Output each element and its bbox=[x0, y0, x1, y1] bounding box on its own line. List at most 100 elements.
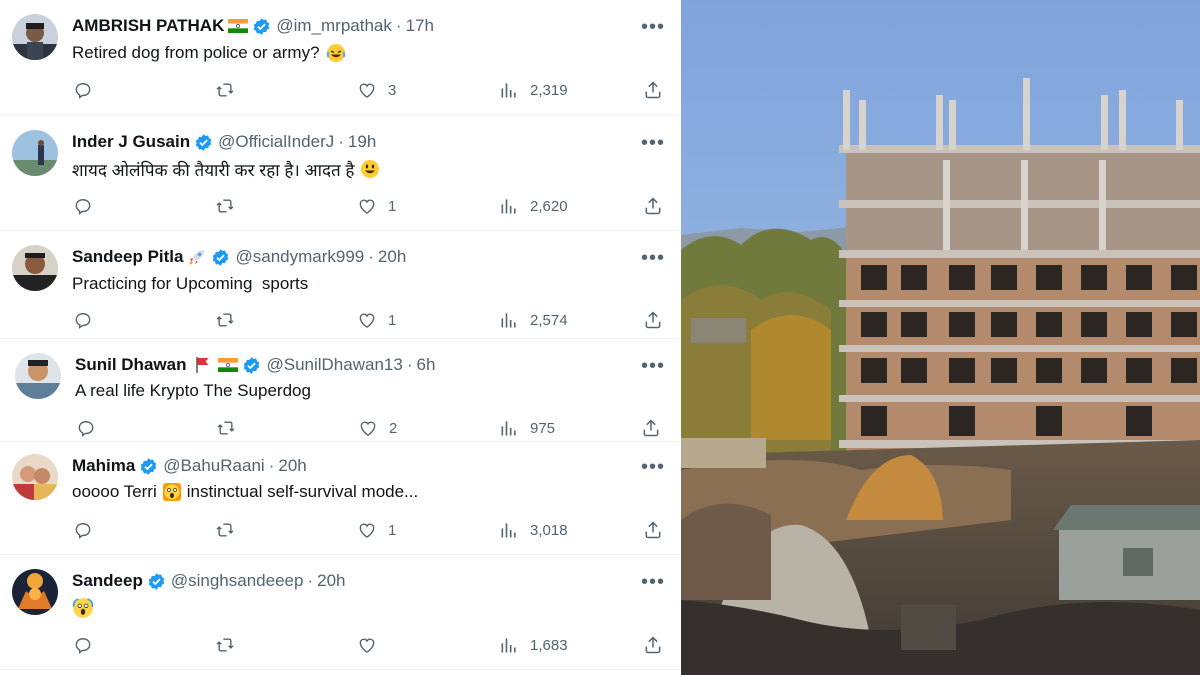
repost-button[interactable] bbox=[215, 78, 246, 102]
like-count: 1 bbox=[388, 197, 397, 215]
verified-badge-icon bbox=[139, 457, 158, 476]
avatar[interactable] bbox=[12, 14, 58, 60]
repost-button[interactable] bbox=[215, 194, 246, 218]
grinning-face-emoji-icon bbox=[360, 159, 380, 179]
tweet-text bbox=[72, 596, 94, 620]
views-chart-icon bbox=[501, 638, 516, 653]
repost-button[interactable] bbox=[216, 416, 247, 440]
tweet[interactable]: Mahima @BahuRaani · 20h ••• ooooo Terri … bbox=[0, 442, 680, 555]
views-button[interactable]: 2,574 bbox=[499, 308, 568, 332]
views-button[interactable]: 1,683 bbox=[499, 633, 568, 657]
tweet[interactable]: AMBRISH PATHAK @im_mrpathak · 17h ••• Re… bbox=[0, 0, 680, 116]
heart-icon bbox=[359, 199, 375, 214]
reply-icon bbox=[75, 199, 91, 215]
reply-button[interactable] bbox=[76, 416, 107, 440]
like-button[interactable]: 3 bbox=[357, 78, 396, 102]
reply-button[interactable] bbox=[73, 78, 104, 102]
separator: · bbox=[338, 132, 344, 151]
repost-button[interactable] bbox=[215, 633, 246, 657]
more-horizontal-icon[interactable]: ••• bbox=[641, 131, 665, 155]
more-horizontal-icon[interactable]: ••• bbox=[641, 570, 665, 594]
timestamp[interactable]: 17h bbox=[406, 16, 434, 36]
reply-icon bbox=[75, 523, 91, 539]
repost-icon bbox=[216, 83, 234, 97]
display-name[interactable]: AMBRISH PATHAK bbox=[72, 16, 224, 36]
avatar[interactable] bbox=[12, 245, 58, 291]
tweet[interactable]: Sandeep Pitla @sandymark999 · 20h ••• Pr… bbox=[0, 231, 680, 339]
avatar[interactable] bbox=[15, 353, 61, 399]
display-name[interactable]: Sandeep Pitla bbox=[72, 247, 183, 267]
handle[interactable]: @OfficialInderJ bbox=[218, 132, 334, 152]
more-horizontal-icon[interactable]: ••• bbox=[641, 354, 665, 378]
handle[interactable]: @im_mrpathak bbox=[276, 16, 392, 36]
like-button[interactable]: 1 bbox=[357, 308, 396, 332]
views-chart-icon bbox=[501, 523, 516, 538]
share-button[interactable] bbox=[643, 518, 663, 542]
repost-button[interactable] bbox=[215, 308, 246, 332]
tweet-header: Mahima @BahuRaani · 20h bbox=[72, 454, 307, 478]
timestamp[interactable]: 19h bbox=[348, 132, 376, 152]
heart-icon bbox=[359, 638, 375, 653]
tweet[interactable]: Sunil Dhawan @SunilDhawan13 · 6h ••• A r… bbox=[0, 339, 680, 442]
more-horizontal-icon[interactable]: ••• bbox=[641, 15, 665, 39]
display-name[interactable]: Mahima bbox=[72, 456, 135, 476]
like-button[interactable] bbox=[357, 633, 388, 657]
handle[interactable]: @BahuRaani bbox=[163, 456, 264, 476]
video-frame[interactable] bbox=[681, 0, 1200, 675]
repost-button[interactable] bbox=[215, 518, 246, 542]
reply-icon bbox=[75, 83, 91, 99]
timestamp[interactable]: 20h bbox=[278, 456, 306, 476]
repost-icon bbox=[216, 199, 234, 213]
verified-badge-icon bbox=[194, 133, 213, 152]
tweet[interactable]: Inder J Gusain @OfficialInderJ · 19h •••… bbox=[0, 116, 680, 231]
reply-icon bbox=[75, 638, 91, 654]
view-count: 2,574 bbox=[530, 311, 568, 329]
timestamp[interactable]: 6h bbox=[416, 355, 435, 375]
more-horizontal-icon[interactable]: ••• bbox=[641, 455, 665, 479]
views-button[interactable]: 3,018 bbox=[499, 518, 568, 542]
tweet-text-before: ooooo Terri bbox=[72, 482, 157, 501]
reply-feed: AMBRISH PATHAK @im_mrpathak · 17h ••• Re… bbox=[0, 0, 680, 675]
avatar[interactable] bbox=[12, 569, 58, 615]
tweet-text: ooooo Terri instinctual self-survival mo… bbox=[72, 480, 418, 504]
more-horizontal-icon[interactable]: ••• bbox=[641, 246, 665, 270]
share-button[interactable] bbox=[643, 194, 663, 218]
tweet-text-content: Retired dog from police or army? bbox=[72, 43, 320, 62]
display-name[interactable]: Sandeep bbox=[72, 571, 143, 591]
views-button[interactable]: 975 bbox=[499, 416, 555, 440]
handle[interactable]: @SunilDhawan13 bbox=[266, 355, 402, 375]
avatar[interactable] bbox=[12, 454, 58, 500]
share-button[interactable] bbox=[643, 78, 663, 102]
views-chart-icon bbox=[501, 313, 516, 328]
tweet-text: शायद ओलंपिक की तैयारी कर रहा है। आदत है bbox=[72, 157, 380, 181]
display-name[interactable]: Sunil Dhawan bbox=[75, 355, 186, 375]
tweet-header: Sandeep @singhsandeeep · 20h bbox=[72, 569, 346, 593]
timestamp[interactable]: 20h bbox=[378, 247, 406, 267]
timestamp[interactable]: 20h bbox=[317, 571, 345, 591]
display-name[interactable]: Inder J Gusain bbox=[72, 132, 190, 152]
rocket-icon bbox=[187, 247, 207, 267]
reply-button[interactable] bbox=[73, 308, 104, 332]
share-button[interactable] bbox=[643, 633, 663, 657]
screaming-face-emoji-icon bbox=[72, 597, 94, 619]
handle[interactable]: @sandymark999 bbox=[235, 247, 364, 267]
reply-button[interactable] bbox=[73, 633, 104, 657]
share-icon bbox=[645, 311, 661, 329]
separator: · bbox=[395, 16, 402, 35]
like-button[interactable]: 1 bbox=[357, 194, 396, 218]
separator: · bbox=[307, 571, 314, 590]
views-button[interactable]: 2,620 bbox=[499, 194, 568, 218]
like-button[interactable]: 2 bbox=[358, 416, 397, 440]
share-button[interactable] bbox=[641, 416, 661, 440]
like-button[interactable]: 1 bbox=[357, 518, 396, 542]
tweet-text-after: instinctual self-survival mode... bbox=[186, 482, 419, 501]
reply-button[interactable] bbox=[73, 518, 104, 542]
tweet[interactable]: Sandeep @singhsandeeep · 20h ••• 1,683 bbox=[0, 555, 680, 670]
avatar[interactable] bbox=[12, 130, 58, 176]
views-button[interactable]: 2,319 bbox=[499, 78, 568, 102]
reply-button[interactable] bbox=[73, 194, 104, 218]
handle[interactable]: @singhsandeeep bbox=[171, 571, 304, 591]
repost-icon bbox=[217, 421, 235, 435]
share-button[interactable] bbox=[643, 308, 663, 332]
separator: · bbox=[368, 247, 374, 266]
